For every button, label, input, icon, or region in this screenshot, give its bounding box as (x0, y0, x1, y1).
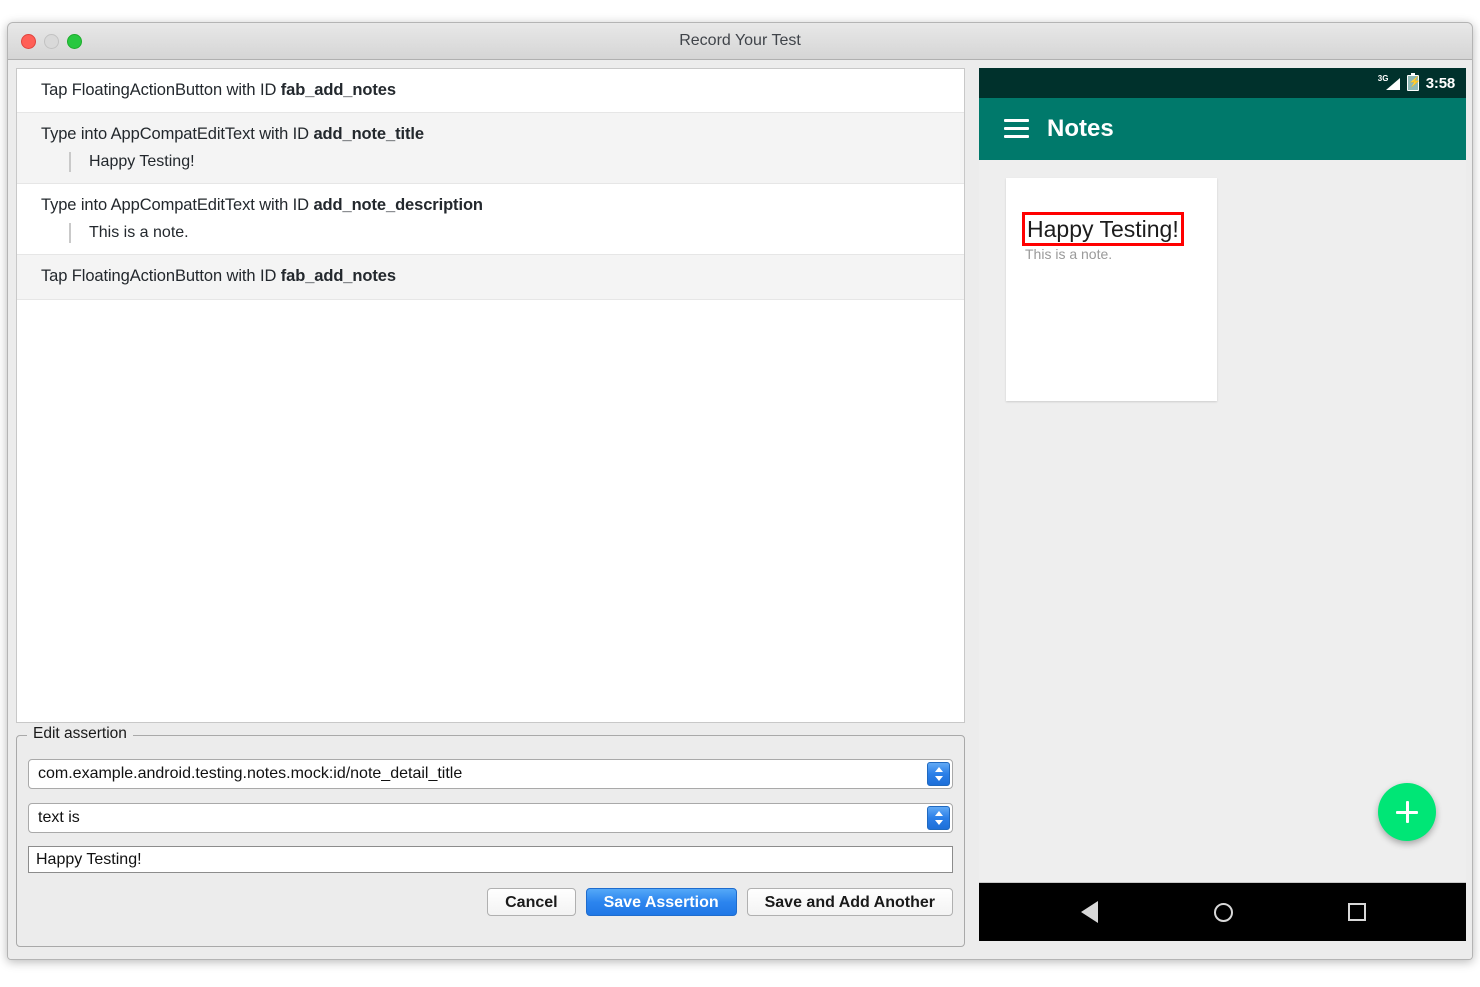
status-bar-clock: 3:58 (1425, 74, 1455, 92)
device-preview-panel: 3G ⚡ 3:58 Notes Happy Testing! This is a… (979, 68, 1466, 941)
step-action-text: Tap FloatingActionButton with ID (41, 267, 281, 286)
note-title: Happy Testing! (1027, 216, 1179, 242)
step-target-id: add_note_title (313, 125, 424, 144)
device-status-bar: 3G ⚡ 3:58 (979, 68, 1466, 98)
edit-assertion-legend: Edit assertion (27, 725, 133, 743)
step-action-text: Type into AppCompatEditText with ID (41, 196, 314, 215)
step-target-id: add_note_description (313, 196, 483, 215)
assertion-highlight-box: Happy Testing! (1022, 212, 1184, 246)
step-action-text: Type into AppCompatEditText with ID (41, 125, 314, 144)
device-navigation-bar (979, 882, 1466, 941)
nav-recents-button[interactable] (1327, 883, 1387, 941)
battery-charging-icon: ⚡ (1406, 72, 1422, 91)
plus-icon (1405, 801, 1409, 823)
step-description: Type into AppCompatEditText with ID add_… (41, 123, 964, 145)
signal-strength-icon: 3G (1377, 74, 1400, 91)
assertion-resource-id-select[interactable]: com.example.android.testing.notes.mock:i… (28, 759, 953, 789)
assertion-text-input[interactable]: Happy Testing! (28, 846, 953, 873)
step-typed-value: This is a note. (69, 222, 964, 244)
window-body: Tap FloatingActionButton with ID fab_add… (8, 60, 1472, 959)
battery-bolt-glyph: ⚡ (1408, 77, 1422, 88)
nav-home-button[interactable] (1193, 883, 1253, 941)
window-titlebar: Record Your Test (8, 23, 1472, 60)
step-description: Tap FloatingActionButton with ID fab_add… (41, 79, 964, 101)
table-row[interactable]: Type into AppCompatEditText with ID add_… (17, 113, 964, 185)
home-circle-icon (1213, 902, 1233, 922)
app-window: Record Your Test Tap FloatingActionButto… (7, 22, 1473, 960)
recents-square-icon (1348, 903, 1366, 921)
table-row[interactable]: Tap FloatingActionButton with ID fab_add… (17, 69, 964, 114)
note-description: This is a note. (1025, 246, 1113, 262)
chevron-updown-icon[interactable] (927, 806, 950, 830)
assertion-resource-id-value: com.example.android.testing.notes.mock:i… (38, 765, 463, 782)
step-description: Type into AppCompatEditText with ID add_… (41, 194, 964, 216)
back-triangle-icon (1080, 901, 1098, 923)
chevron-updown-icon[interactable] (927, 762, 950, 786)
step-target-id: fab_add_notes (280, 267, 396, 286)
save-assertion-button[interactable]: Save Assertion (585, 888, 737, 916)
assertion-matcher-select[interactable]: text is (28, 803, 953, 833)
edit-assertion-group: Edit assertion com.example.android.testi… (16, 725, 965, 947)
app-bar-title: Notes (1047, 115, 1114, 142)
assertion-matcher-value: text is (38, 809, 80, 826)
table-row[interactable]: Tap FloatingActionButton with ID fab_add… (17, 255, 964, 300)
floating-action-button[interactable] (1378, 783, 1436, 841)
note-card[interactable]: Happy Testing! This is a note. (1006, 178, 1217, 401)
assertion-text-value: Happy Testing! (36, 851, 142, 868)
hamburger-menu-icon[interactable] (1004, 119, 1029, 139)
step-target-id: fab_add_notes (280, 81, 396, 99)
device-content-area: Happy Testing! This is a note. (979, 160, 1466, 883)
status-bar-indicators: 3G ⚡ 3:58 (1378, 68, 1455, 98)
step-typed-value: Happy Testing! (69, 151, 964, 173)
assertion-button-bar: Cancel Save Assertion Save and Add Anoth… (487, 888, 953, 916)
network-type-label: 3G (1377, 74, 1389, 83)
save-and-add-another-button[interactable]: Save and Add Another (746, 888, 953, 916)
device-app-bar: Notes (979, 98, 1466, 160)
cancel-button[interactable]: Cancel (487, 888, 576, 916)
nav-back-button[interactable] (1059, 883, 1119, 941)
window-title: Record Your Test (679, 32, 801, 49)
table-row[interactable]: Type into AppCompatEditText with ID add_… (17, 184, 964, 256)
recorded-steps-panel: Tap FloatingActionButton with ID fab_add… (16, 68, 965, 951)
recorded-steps-list[interactable]: Tap FloatingActionButton with ID fab_add… (16, 68, 965, 723)
step-description: Tap FloatingActionButton with ID fab_add… (41, 265, 964, 287)
step-action-text: Tap FloatingActionButton with ID (41, 81, 281, 99)
